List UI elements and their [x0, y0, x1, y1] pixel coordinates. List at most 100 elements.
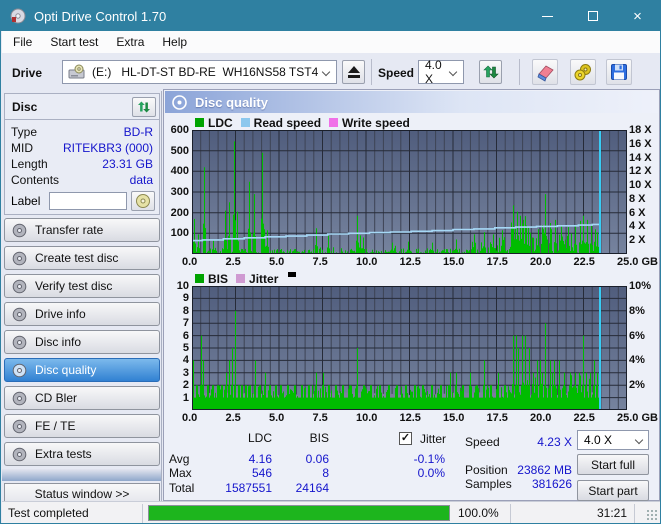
disc-label-button[interactable] [131, 191, 155, 211]
eraser-icon [537, 65, 554, 82]
sidebar-item-transfer-rate[interactable]: Transfer rate [4, 218, 160, 242]
x-tick-label: 25.0 GB [617, 412, 658, 424]
legend-bis: BIS [195, 272, 228, 286]
menu-file[interactable]: File [4, 32, 41, 52]
x-tick-label: 12.5 [399, 256, 421, 268]
eject-button[interactable] [342, 60, 365, 84]
x-tick-label: 20.0 [530, 256, 552, 268]
start-full-button[interactable]: Start full [577, 454, 649, 475]
status-text: Test completed [8, 506, 89, 520]
disc-icon [12, 223, 27, 238]
disc-refresh-button[interactable] [132, 97, 156, 117]
x-tick-label: 0.0 [182, 256, 198, 268]
legend-swatch [236, 274, 246, 283]
speed-select-value: 4.0 X [425, 58, 442, 86]
menu-start-test[interactable]: Start test [41, 32, 107, 52]
y-tick-label: 6 X [629, 206, 646, 219]
refresh-arrows-icon [138, 101, 150, 113]
sidebar-item-disc-info[interactable]: Disc info [4, 330, 160, 354]
y-tick-label: 2 X [629, 234, 646, 247]
y-tick-label: 8 X [629, 192, 646, 205]
sidebar-item-cd-bler[interactable]: CD Bler [4, 386, 160, 410]
x-tick-label: 15.0 [443, 256, 465, 268]
speed-info-value: 4.23 X [537, 435, 572, 449]
save-button[interactable] [606, 59, 632, 85]
erase-disc-button[interactable] [532, 59, 558, 85]
y-tick-label: 6% [629, 329, 645, 342]
close-button[interactable]: × [615, 1, 660, 31]
legend-marker [288, 272, 297, 277]
save-floppy-icon [611, 64, 627, 80]
test-speed-value: 4.0 X [584, 433, 613, 447]
maximize-button[interactable] [570, 1, 615, 31]
total-row-label: Total [169, 481, 195, 495]
max-row-label: Max [169, 466, 192, 480]
x-tick-label: 2.5 [225, 256, 241, 268]
maximize-icon [587, 11, 598, 21]
drive-select-value: (E:) HL-DT-ST BD-RE WH16NS58 TST4 [92, 65, 319, 79]
x-tick-label: 22.5 [573, 256, 595, 268]
menu-help[interactable]: Help [153, 32, 196, 52]
legend-swatch [195, 274, 204, 283]
jitter-checkbox[interactable]: ✓ [399, 432, 412, 445]
y-tick-label: 600 [170, 124, 189, 136]
menu-extra[interactable]: Extra [107, 32, 153, 52]
y-tick-label: 2 [182, 379, 189, 392]
drive-device-icon [68, 64, 86, 80]
y-tick-label: 4% [629, 354, 645, 367]
sidebar-item-fe-te[interactable]: FE / TE [4, 414, 160, 438]
refresh-button[interactable] [479, 60, 502, 84]
total-bis-value: 24164 [295, 481, 329, 495]
legend-swatch [240, 118, 250, 127]
speed-select[interactable]: 4.0 X [418, 58, 464, 86]
y-tick-label: 9 [182, 292, 189, 305]
disc-row-type: Type BD-R [11, 125, 153, 139]
sidebar-bottom-strip [2, 469, 161, 481]
sidebar-item-verify-test-disc[interactable]: Verify test disc [4, 274, 160, 298]
y-tick-label: 4 X [629, 220, 646, 233]
options-button[interactable] [570, 59, 596, 85]
disc-icon [12, 447, 27, 462]
sidebar-item-drive-info[interactable]: Drive info [4, 302, 160, 326]
y-tick-label: 10 [176, 280, 189, 292]
label-input[interactable] [49, 192, 128, 210]
sidebar-item-create-test-disc[interactable]: Create test disc [4, 246, 160, 270]
minimize-button[interactable] [525, 1, 570, 31]
drive-select[interactable]: (E:) HL-DT-ST BD-RE WH16NS58 TST4 [62, 60, 337, 84]
app-disc-icon [10, 8, 26, 24]
x-tick-label: 20.0 [530, 412, 552, 424]
disc-row-contents: Contents data [11, 173, 153, 187]
toolbar: Drive (E:) HL-DT-ST BD-RE WH16NS58 TST4 … [2, 53, 660, 91]
disc-info-panel: Disc Type BD-R MID RITEKBR3 (000) Length 23.3… [4, 93, 160, 215]
y-tick-label: 1 [182, 391, 189, 404]
refresh-arrows-icon [482, 65, 499, 79]
sidebar-item-disc-quality[interactable]: Disc quality [4, 358, 160, 382]
sidebar-item-extra-tests[interactable]: Extra tests [4, 442, 160, 466]
disc-row-mid: MID RITEKBR3 (000) [11, 141, 153, 155]
x-tick-label: 10.0 [356, 412, 378, 424]
close-icon: × [633, 7, 642, 25]
avg-row-label: Avg [169, 452, 190, 466]
progress-bar [148, 505, 450, 521]
start-part-button[interactable]: Start part [577, 480, 649, 501]
x-tick-label: 5.0 [269, 412, 285, 424]
disc-icon [12, 307, 27, 322]
ldc-chart: LDC Read speed Write speed 600 500 400 300 200… [165, 116, 659, 269]
chevron-down-icon [321, 67, 331, 77]
legend-swatch [195, 118, 204, 127]
sidebar: Disc Type BD-R MID RITEKBR3 (000) Length 23.3… [2, 91, 162, 504]
resize-grip[interactable] [646, 509, 659, 522]
y-tick-label: 18 X [629, 124, 652, 136]
title-bar: Opti Drive Control 1.70 × [1, 1, 660, 31]
x-tick-label: 15.0 [443, 412, 465, 424]
x-tick-label: 22.5 [573, 412, 595, 424]
x-tick-label: 10.0 [356, 256, 378, 268]
minimize-icon [542, 15, 553, 17]
legend-swatch [329, 118, 339, 127]
samples-info-value: 381626 [531, 477, 572, 491]
drive-label: Drive [12, 66, 43, 80]
x-tick-label: 25.0 GB [617, 256, 658, 268]
test-speed-select[interactable]: 4.0 X [577, 430, 649, 450]
app-window: Opti Drive Control 1.70 × File Start test… [0, 0, 661, 524]
x-tick-label: 17.5 [486, 412, 508, 424]
